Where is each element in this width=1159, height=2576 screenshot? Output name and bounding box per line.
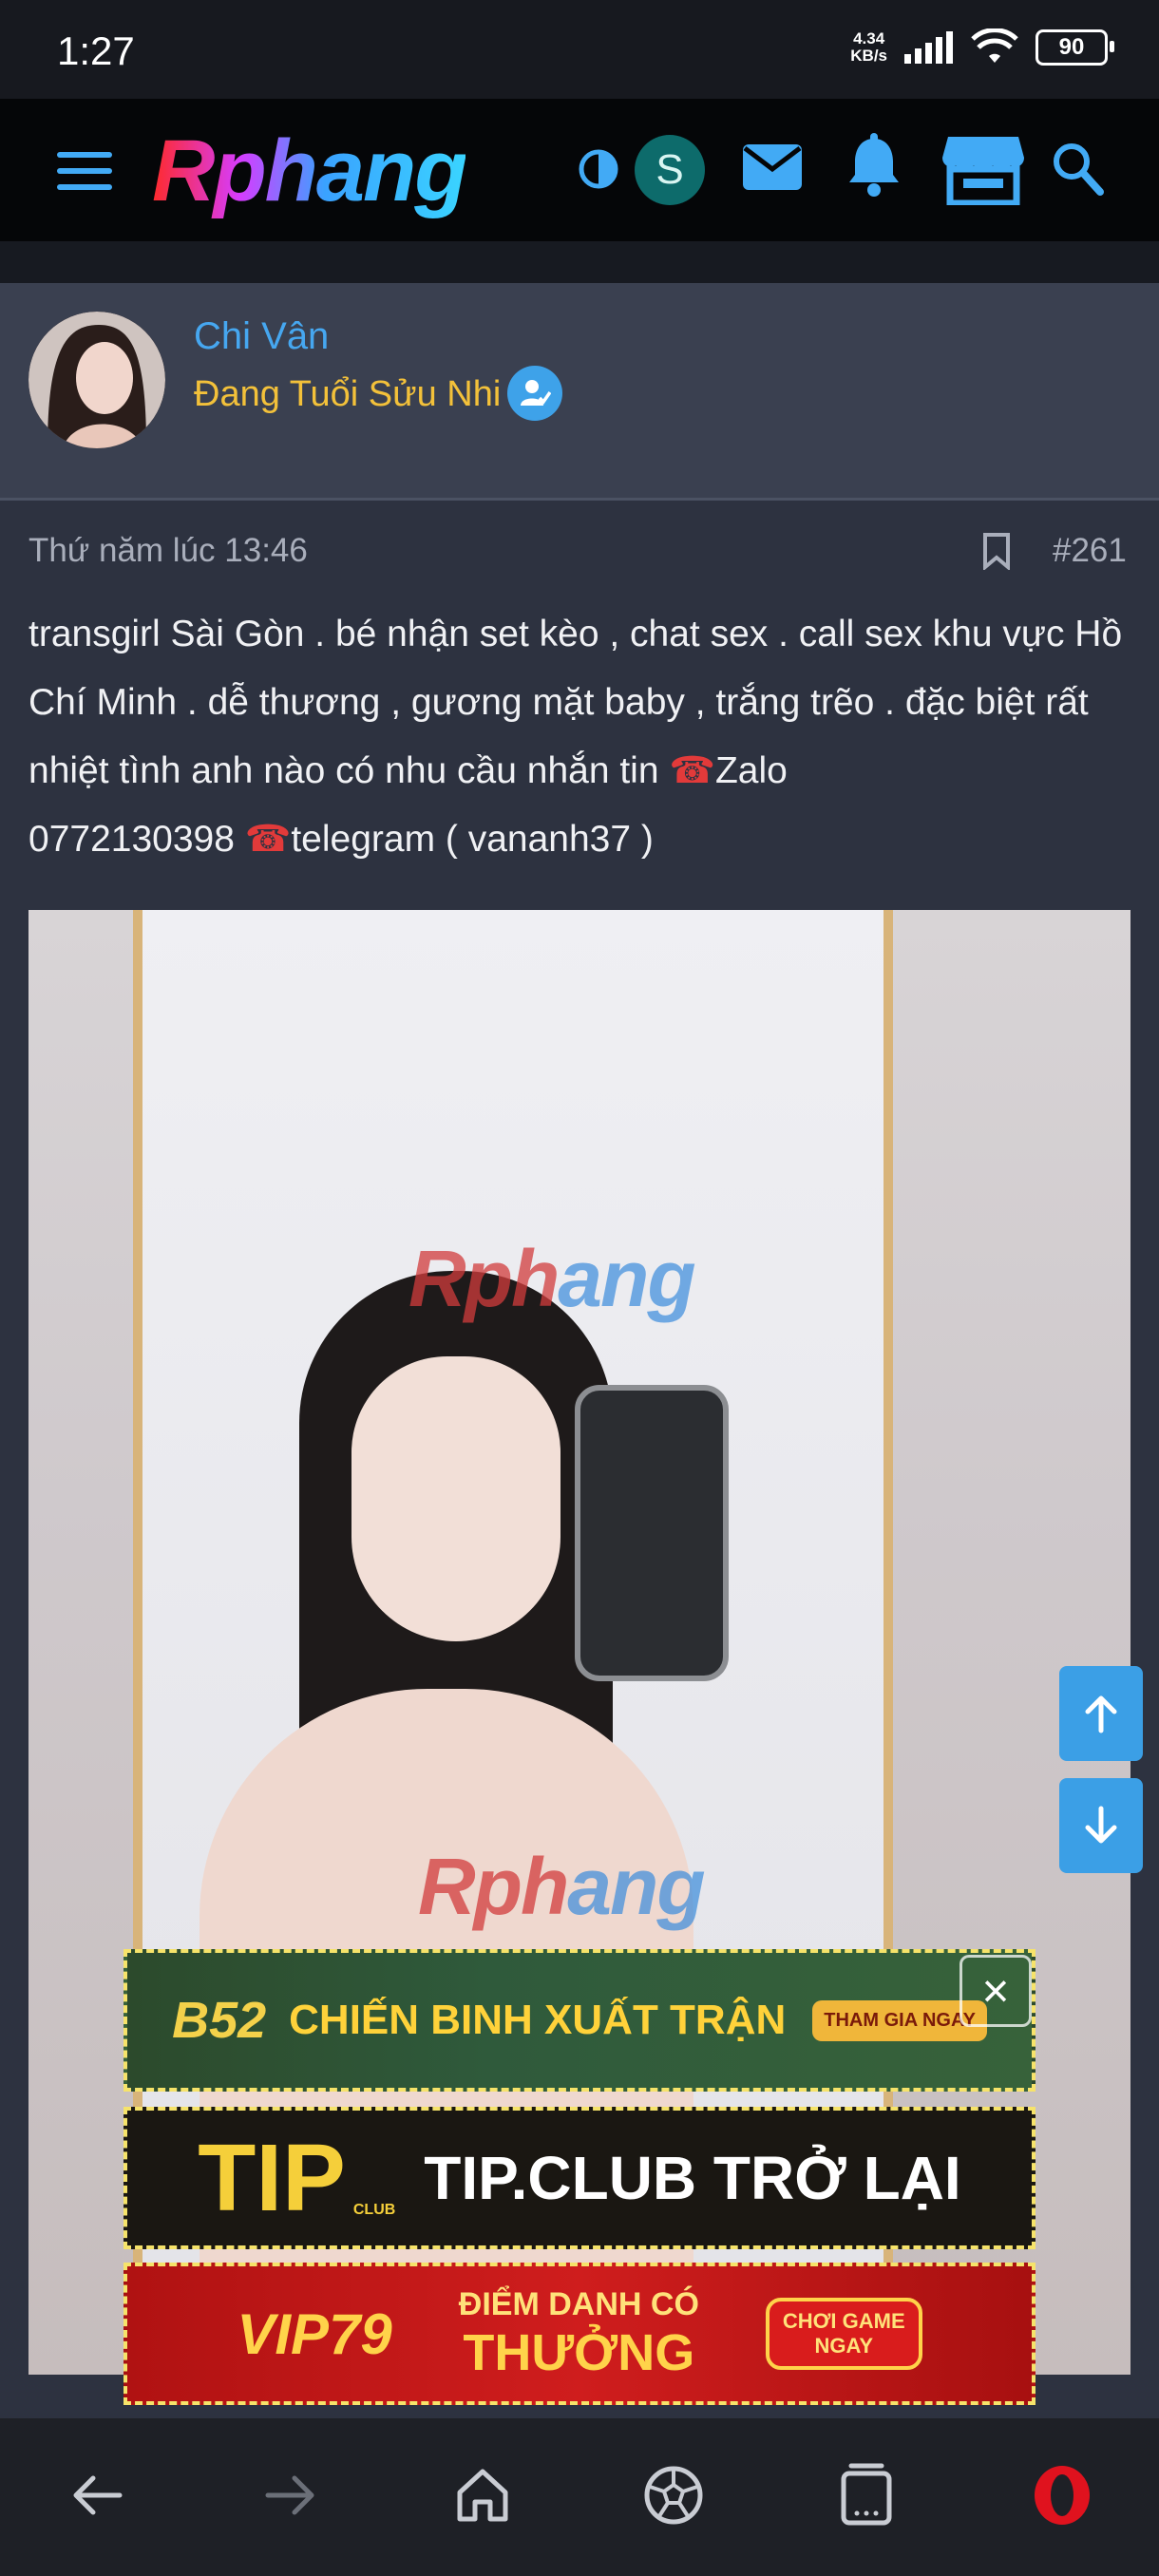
back-icon[interactable] <box>70 2460 124 2530</box>
account-avatar[interactable]: S <box>635 135 705 205</box>
post-username[interactable]: Chi Vân <box>194 315 329 358</box>
battery-indicator: 90 <box>1036 29 1114 66</box>
ad-banner-b52[interactable]: B52 CHIẾN BINH XUẤT TRẬN THAM GIA NGAY <box>124 1949 1036 2092</box>
post-content: transgirl Sài Gòn . bé nhận set kèo , ch… <box>28 614 1133 860</box>
status-bar: 1:27 4.34 KB/s 90 <box>0 0 1159 99</box>
user-avatar-image <box>28 312 165 448</box>
user-title: Đang Tuổi Sửu Nhi <box>194 374 502 414</box>
scroll-to-top-button[interactable] <box>1059 1666 1143 1761</box>
ad-cta: CHƠI GAME NGAY <box>765 2298 922 2370</box>
signal-icon <box>904 31 953 64</box>
store-icon[interactable] <box>940 133 1026 205</box>
photo-phone <box>575 1385 729 1681</box>
image-watermark: Rphang <box>408 1234 696 1323</box>
post-number-link[interactable]: #261 <box>1053 532 1127 570</box>
notification-bell-icon[interactable] <box>846 133 902 199</box>
arrow-up-icon <box>1085 1695 1117 1733</box>
mail-icon[interactable] <box>741 142 804 192</box>
post-user-header <box>0 283 1159 501</box>
telephone-icon: ☎ <box>669 750 715 791</box>
post-date: Thứ năm lúc 13:46 <box>28 532 308 569</box>
hamburger-menu-icon[interactable] <box>57 150 112 192</box>
home-icon[interactable] <box>454 2460 511 2530</box>
ad-banner-tipclub[interactable]: TIP CLUB TIP.CLUB TRỞ LẠI <box>124 2107 1036 2249</box>
ad-text: CHIẾN BINH XUẤT TRẬN <box>289 1997 787 2043</box>
close-ad-icon[interactable]: × <box>960 1955 1032 2027</box>
verified-badge-icon <box>507 366 562 421</box>
forward-icon[interactable] <box>264 2460 317 2530</box>
photo-face <box>352 1356 560 1641</box>
scroll-to-bottom-button[interactable] <box>1059 1778 1143 1873</box>
ad-text: ĐIỂM DANH CÓ THƯỞNG <box>458 2285 699 2381</box>
wifi-icon <box>971 28 1018 63</box>
image-watermark: Rphang <box>418 1842 706 1931</box>
ad-text: TIP.CLUB TRỞ LẠI <box>424 2144 961 2212</box>
opera-menu-icon[interactable] <box>1032 2460 1092 2530</box>
theme-toggle-icon[interactable] <box>578 148 619 190</box>
search-icon[interactable] <box>1051 141 1104 196</box>
tabs-icon[interactable] <box>838 2460 895 2530</box>
ad-brand: VIP79 <box>237 2301 392 2366</box>
ad-brand: B52 <box>172 1992 267 2049</box>
status-icons: 4.34 KB/s 90 <box>850 28 1114 66</box>
browser-bottom-bar <box>0 2418 1159 2576</box>
user-avatar[interactable] <box>28 312 165 448</box>
nav-separator <box>0 241 1159 283</box>
status-time: 1:27 <box>57 28 135 73</box>
bookmark-icon[interactable] <box>982 532 1011 570</box>
ad-banner-vip79[interactable]: VIP79 ĐIỂM DANH CÓ THƯỞNG CHƠI GAME NGAY <box>124 2263 1036 2405</box>
ad-brand: TIP <box>198 2124 346 2231</box>
soccer-ball-icon[interactable] <box>642 2460 705 2530</box>
arrow-down-icon <box>1085 1806 1117 1844</box>
telephone-icon: ☎ <box>244 819 292 860</box>
site-logo[interactable]: Rphang <box>152 122 467 221</box>
network-speed: 4.34 KB/s <box>850 29 887 65</box>
